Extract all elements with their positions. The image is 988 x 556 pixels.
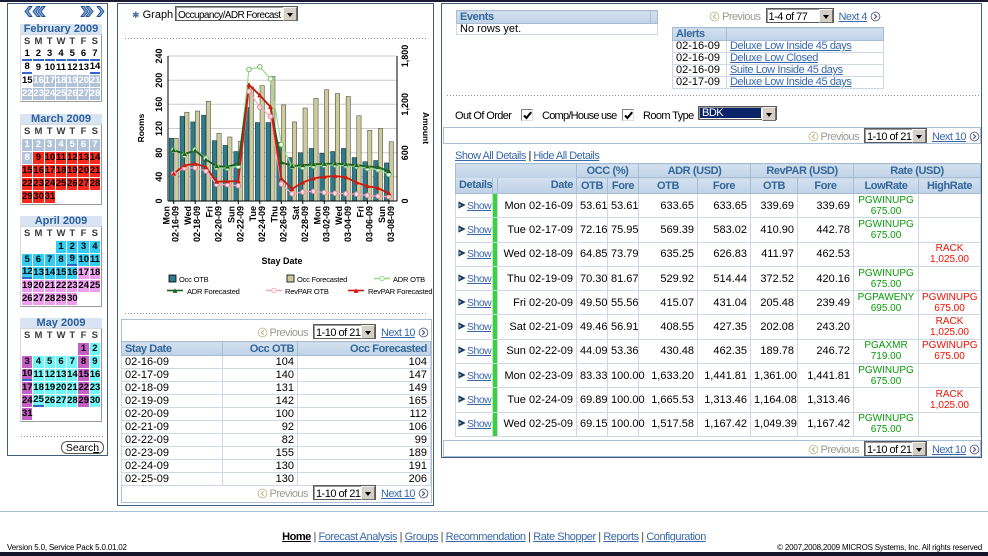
svg-text:Mon03-02-09: Mon03-02-09	[312, 206, 331, 242]
svg-text:160: 160	[154, 97, 164, 112]
svg-text:RevPAR OTB: RevPAR OTB	[285, 287, 329, 296]
svg-text:Sat02-28-09: Sat02-28-09	[291, 206, 310, 242]
svg-text:Rooms: Rooms	[136, 113, 146, 142]
svg-text:120: 120	[154, 121, 164, 136]
svg-text:600: 600	[400, 145, 410, 160]
svg-text:1,200: 1,200	[400, 93, 410, 116]
svg-text:ADR OTB: ADR OTB	[393, 275, 425, 284]
svg-text:Amount: Amount	[421, 112, 431, 144]
svg-text:0: 0	[400, 198, 410, 203]
svg-text:Occ Forecasted: Occ Forecasted	[297, 275, 347, 284]
svg-text:Fri02-20-09: Fri02-20-09	[205, 206, 224, 242]
svg-text:Thu02-26-09: Thu02-26-09	[269, 206, 288, 242]
svg-text:Sun02-22-09: Sun02-22-09	[226, 206, 245, 242]
svg-text:Mon02-16-09: Mon02-16-09	[162, 206, 181, 242]
svg-text:80: 80	[154, 148, 164, 158]
svg-text:Occ OTB: Occ OTB	[179, 275, 209, 284]
svg-text:40: 40	[154, 172, 164, 182]
svg-text:1,800: 1,800	[400, 45, 410, 68]
svg-text:Stay Date: Stay Date	[261, 256, 302, 266]
svg-text:Sun03-08-09: Sun03-08-09	[377, 206, 396, 242]
svg-text:Wed03-04-09: Wed03-04-09	[334, 206, 353, 242]
svg-text:0: 0	[154, 198, 164, 203]
svg-text:Fri03-06-09: Fri03-06-09	[355, 206, 374, 242]
svg-text:240: 240	[154, 48, 164, 63]
svg-text:ADR Forecasted: ADR Forecasted	[187, 287, 240, 296]
svg-text:200: 200	[154, 73, 164, 88]
svg-text:Tue02-24-09: Tue02-24-09	[248, 206, 267, 242]
svg-text:Wed02-18-09: Wed02-18-09	[183, 206, 202, 242]
svg-text:RevPAR Forecasted: RevPAR Forecasted	[368, 287, 432, 296]
